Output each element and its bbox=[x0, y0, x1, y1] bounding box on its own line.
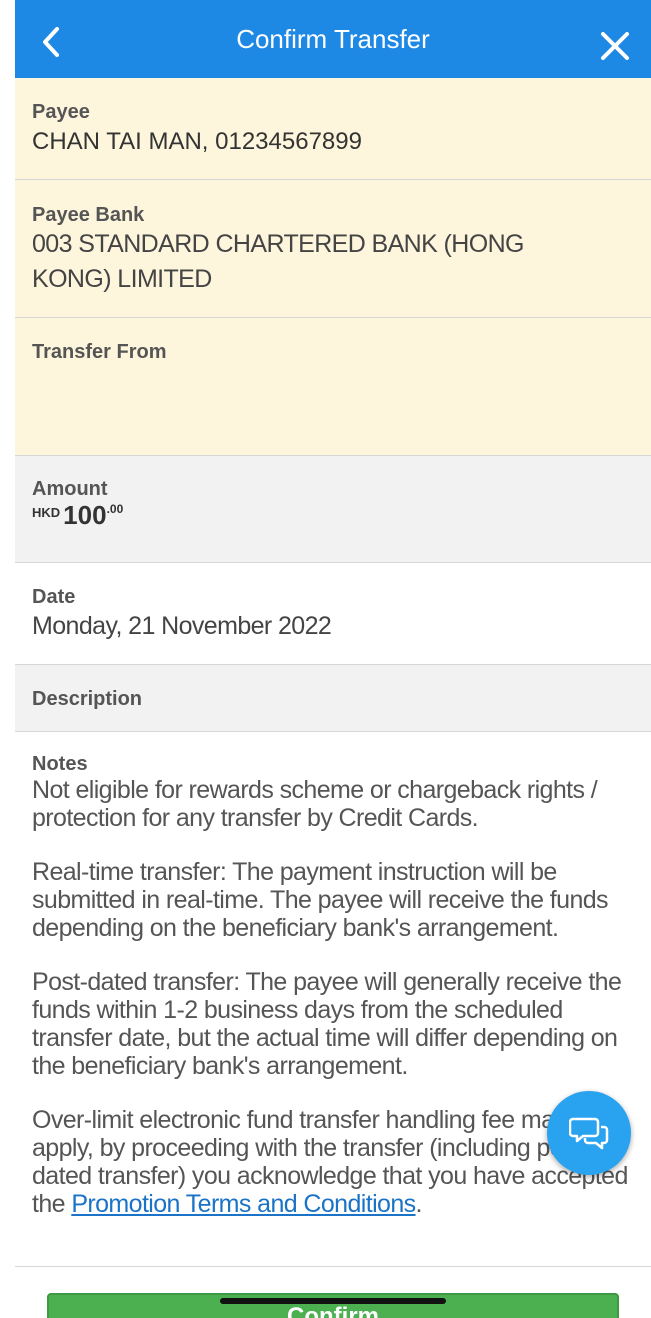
amount-decimal: .00 bbox=[106, 502, 124, 516]
app-header: Confirm Transfer bbox=[15, 0, 651, 78]
notes-paragraph: Post-dated transfer: The payee will gene… bbox=[32, 968, 622, 1080]
amount-value: HKD 100.00 bbox=[32, 500, 123, 531]
notes-section: Notes Not eligible for rewards scheme or… bbox=[32, 753, 632, 1244]
confirm-button[interactable]: Confirm bbox=[47, 1293, 619, 1318]
description-section: Description bbox=[15, 665, 651, 732]
promotion-terms-link[interactable]: Promotion Terms and Conditions bbox=[71, 1190, 416, 1218]
payee-value: CHAN TAI MAN, 01234567899 bbox=[32, 128, 362, 155]
page-title: Confirm Transfer bbox=[236, 24, 430, 54]
transfer-from-section: Transfer From bbox=[15, 318, 651, 456]
transfer-from-label: Transfer From bbox=[32, 341, 167, 363]
chat-bubbles-icon bbox=[569, 1117, 609, 1150]
amount-currency: HKD bbox=[32, 505, 61, 520]
notes-label: Notes bbox=[32, 753, 88, 775]
footer-divider bbox=[15, 1266, 651, 1267]
amount-label: Amount bbox=[32, 478, 108, 500]
date-label: Date bbox=[32, 586, 76, 608]
notes-paragraph: Not eligible for rewards scheme or charg… bbox=[32, 776, 598, 832]
payee-bank-value: 003 STANDARD CHARTERED BANK (HONG KONG) … bbox=[32, 230, 524, 293]
date-section: Date Monday, 21 November 2022 bbox=[15, 563, 651, 665]
payee-section: Payee CHAN TAI MAN, 01234567899 bbox=[15, 78, 651, 180]
notes-paragraph: Real-time transfer: The payment instruct… bbox=[32, 858, 609, 942]
payee-bank-section: Payee Bank 003 STANDARD CHARTERED BANK (… bbox=[15, 180, 651, 318]
payee-label: Payee bbox=[32, 101, 90, 123]
payee-bank-label: Payee Bank bbox=[32, 204, 145, 226]
amount-integer: 100 bbox=[63, 500, 107, 530]
date-value: Monday, 21 November 2022 bbox=[32, 612, 332, 640]
home-indicator bbox=[220, 1298, 446, 1304]
close-button[interactable] bbox=[599, 30, 631, 62]
notes-paragraph: Over-limit electronic fund transfer hand… bbox=[32, 1106, 632, 1218]
description-label: Description bbox=[32, 688, 143, 710]
notes-text: . bbox=[415, 1190, 423, 1218]
amount-section: Amount HKD 100.00 bbox=[15, 456, 651, 563]
chat-button[interactable] bbox=[547, 1091, 631, 1175]
close-icon bbox=[601, 32, 629, 60]
